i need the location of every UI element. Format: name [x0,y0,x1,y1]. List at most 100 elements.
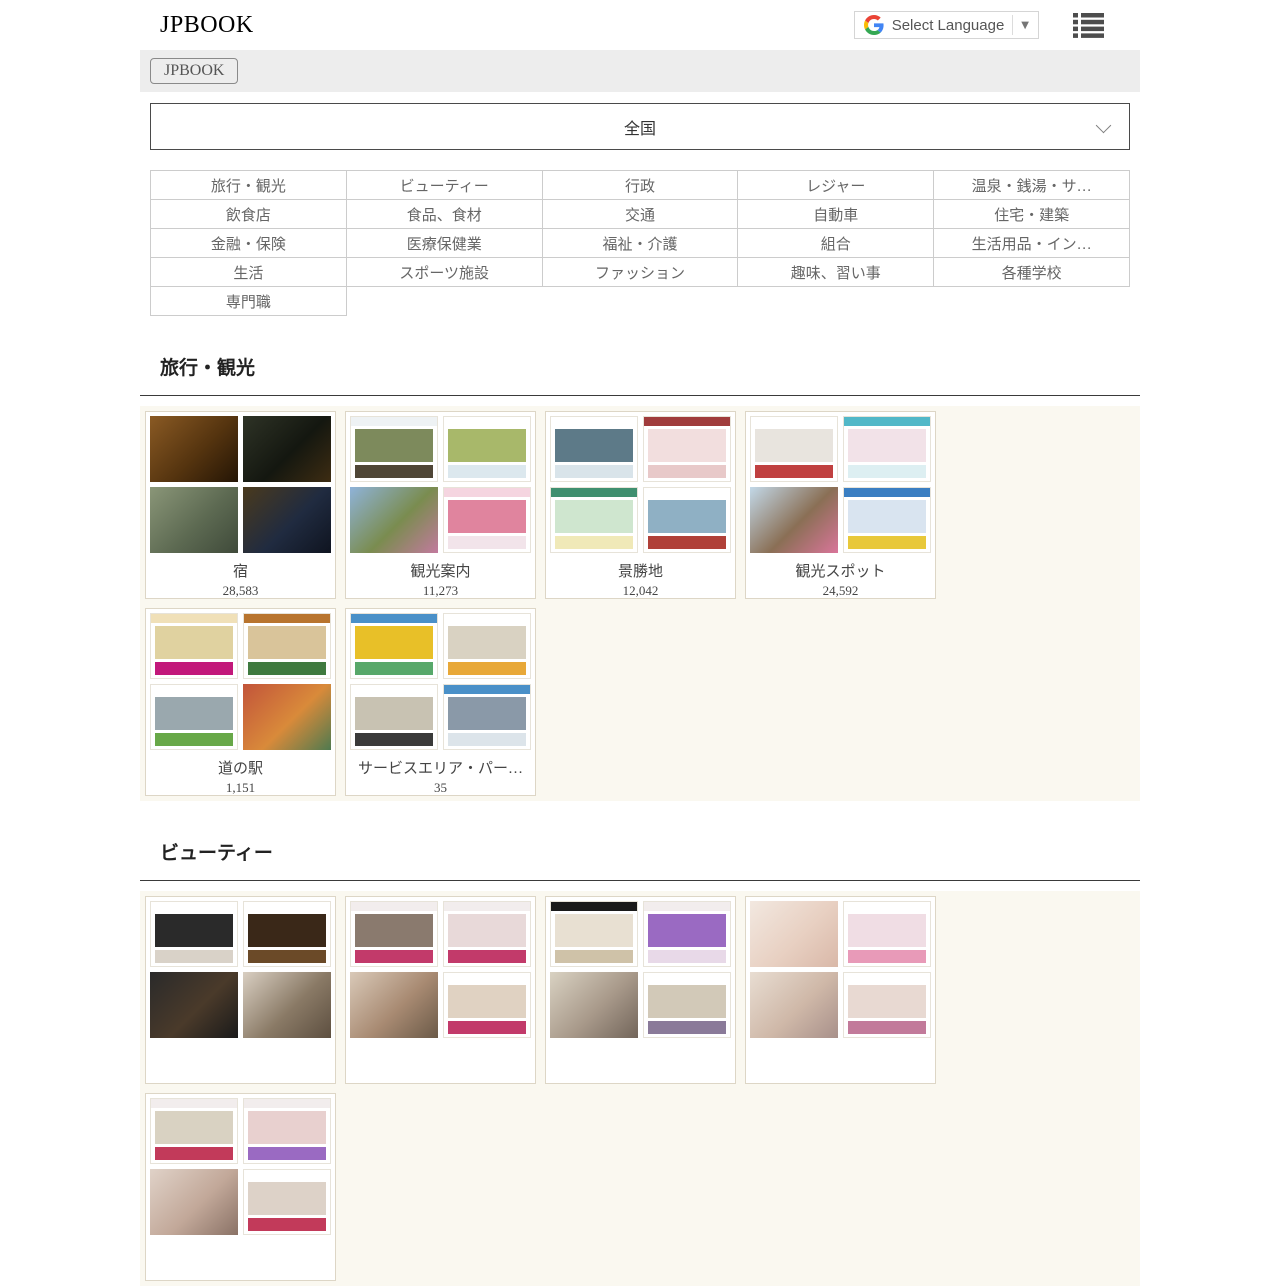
site-thumbnail [150,901,238,967]
site-thumbnail [350,972,438,1038]
site-thumbnail [350,487,438,553]
category-link[interactable]: 温泉・銭湯・サ… [934,171,1130,200]
section-title: ビューティー [160,838,1140,865]
site-thumbnail [243,1098,331,1164]
card-count: 35 [350,780,531,796]
site-thumbnail [750,972,838,1038]
section-travel: 旅行・観光 宿 28,583 観光案内 11,273 景勝地12,042観光スポット24… [140,353,1140,801]
category-card[interactable] [745,896,936,1084]
card-count: 12,042 [550,583,731,599]
thumbnail-grid [350,901,531,1038]
category-link[interactable]: 住宅・建築 [934,200,1130,229]
site-thumbnail [350,684,438,750]
section-divider [140,395,1140,396]
thumbnail-grid [750,416,931,553]
site-thumbnail [243,1169,331,1235]
site-thumbnail [550,416,638,482]
site-thumbnail [350,613,438,679]
header-actions: Select Language ▼ [854,11,1104,39]
site-thumbnail [350,901,438,967]
site-thumbnail [550,487,638,553]
site-thumbnail [643,487,731,553]
site-thumbnail [843,901,931,967]
site-thumbnail [443,487,531,553]
thumbnail-grid [550,901,731,1038]
region-select-value: 全国 [624,115,656,139]
site-thumbnail [750,901,838,967]
category-card[interactable] [545,896,736,1084]
breadcrumb: JPBOOK [140,50,1140,92]
thumbnail-grid [350,416,531,553]
site-thumbnail [243,416,331,482]
site-title: JPBOOK [160,12,254,39]
category-card[interactable]: 観光案内 11,273 [345,411,536,599]
category-link[interactable]: 医療保健業 [346,229,542,258]
category-link[interactable]: 福祉・介護 [542,229,738,258]
category-card[interactable]: 道の駅1,151 [145,608,336,796]
card-title: 道の駅 [150,757,331,778]
list-menu-icon[interactable] [1073,12,1104,39]
site-thumbnail [350,416,438,482]
site-thumbnail [643,972,731,1038]
site-thumbnail [643,901,731,967]
card-title: 宿 [150,560,331,581]
thumbnail-grid [350,613,531,750]
category-link[interactable]: 自動車 [738,200,934,229]
card-title: 観光案内 [350,560,531,581]
site-thumbnail [443,684,531,750]
category-link[interactable]: 趣味、習い事 [738,258,934,287]
translate-label: Select Language [892,17,1005,34]
google-translate-widget[interactable]: Select Language ▼ [854,11,1039,39]
site-thumbnail [550,901,638,967]
category-link[interactable]: 組合 [738,229,934,258]
site-thumbnail [243,487,331,553]
section-divider [140,880,1140,881]
section-title: 旅行・観光 [160,353,1140,380]
site-thumbnail [243,901,331,967]
category-card[interactable]: 観光スポット24,592 [745,411,936,599]
page-container: JPBOOK Select Language ▼ [140,0,1140,1286]
category-card[interactable]: 宿 28,583 [145,411,336,599]
card-count: 11,273 [350,583,531,599]
site-thumbnail [243,613,331,679]
category-link[interactable]: 行政 [542,171,738,200]
section-beauty: ビューティー [140,838,1140,1286]
category-link[interactable]: 飲食店 [151,200,347,229]
site-thumbnail [643,416,731,482]
site-thumbnail [443,901,531,967]
top-header: JPBOOK Select Language ▼ [140,0,1140,50]
category-link[interactable]: 金融・保険 [151,229,347,258]
category-link[interactable]: 食品、食材 [346,200,542,229]
category-link[interactable]: スポーツ施設 [346,258,542,287]
region-select[interactable]: 全国 [150,103,1130,150]
category-card[interactable] [145,896,336,1084]
site-thumbnail [843,416,931,482]
category-card[interactable]: サービスエリア・パー… 35 [345,608,536,796]
chevron-down-icon [1096,118,1112,134]
category-link[interactable]: 交通 [542,200,738,229]
category-link[interactable]: 生活 [151,258,347,287]
site-thumbnail [243,684,331,750]
card-title: サービスエリア・パー… [350,757,531,778]
category-link[interactable]: ファッション [542,258,738,287]
category-link[interactable]: ビューティー [346,171,542,200]
category-link[interactable]: 生活用品・イン… [934,229,1130,258]
card-count: 28,583 [150,583,331,599]
category-link[interactable]: 各種学校 [934,258,1130,287]
site-thumbnail [443,416,531,482]
category-card[interactable] [345,896,536,1084]
category-link[interactable]: 旅行・観光 [151,171,347,200]
site-thumbnail [150,684,238,750]
site-thumbnail [150,1169,238,1235]
site-thumbnail [750,416,838,482]
dropdown-arrow-icon: ▼ [1021,20,1029,31]
breadcrumb-home-link[interactable]: JPBOOK [150,58,238,84]
category-card[interactable] [145,1093,336,1281]
category-card[interactable]: 景勝地12,042 [545,411,736,599]
card-grid [140,891,1140,1286]
card-count: 24,592 [750,583,931,599]
category-link[interactable]: 専門職 [151,287,347,316]
divider [1012,15,1013,35]
thumbnail-grid [550,416,731,553]
category-link[interactable]: レジャー [738,171,934,200]
